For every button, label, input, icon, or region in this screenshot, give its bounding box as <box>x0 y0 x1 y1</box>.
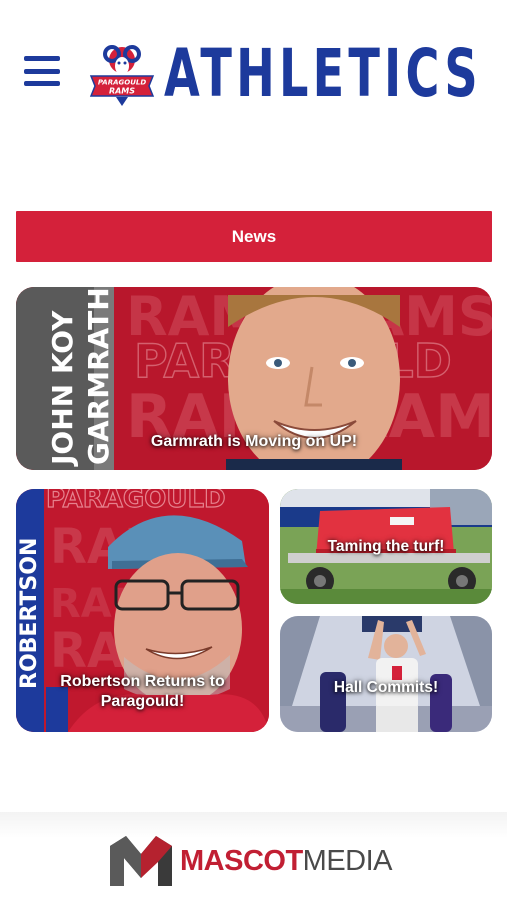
mascot-media-wordmark[interactable]: MASCOTMEDIA <box>180 844 393 878</box>
svg-text:ROBERTSON: ROBERTSON <box>17 538 42 689</box>
news-card-turf[interactable]: Taming the turf! <box>280 489 492 604</box>
svg-text:RAMS: RAMS <box>109 87 135 96</box>
hamburger-menu-icon[interactable] <box>24 56 60 86</box>
app-screen: PARAGOULD RAMS ATHLETICS News RAMS RAMS … <box>0 0 507 900</box>
svg-text:PARAGOULD: PARAGOULD <box>46 489 226 514</box>
story-title: Robertson Returns to Paragould! <box>60 673 225 710</box>
paragould-rams-logo[interactable]: PARAGOULD RAMS <box>88 40 156 108</box>
header: PARAGOULD RAMS ATHLETICS <box>0 0 507 150</box>
news-card-garmrath[interactable]: RAMS RAMS PARAGOULD RAMS RAMS JOHN KOY G… <box>16 287 492 470</box>
story-title: Garmrath is Moving on UP! <box>150 433 358 450</box>
news-button[interactable]: News <box>16 211 492 262</box>
news-label: News <box>231 226 277 246</box>
story-image-hall <box>280 616 492 732</box>
news-card-hall[interactable]: Hall Commits! <box>280 616 492 732</box>
news-card-robertson[interactable]: ROBERTSON PARAGOULD RAMS RAMS RAMS Rober… <box>16 489 269 732</box>
mascot-media-m-icon[interactable] <box>108 832 174 890</box>
story-title: Hall Commits! <box>333 679 439 696</box>
svg-text:PARAGOULD: PARAGOULD <box>98 79 147 87</box>
page-title: ATHLETICS <box>164 35 482 112</box>
story-title: Taming the turf! <box>327 538 445 555</box>
footer: MASCOTMEDIA <box>0 812 507 900</box>
